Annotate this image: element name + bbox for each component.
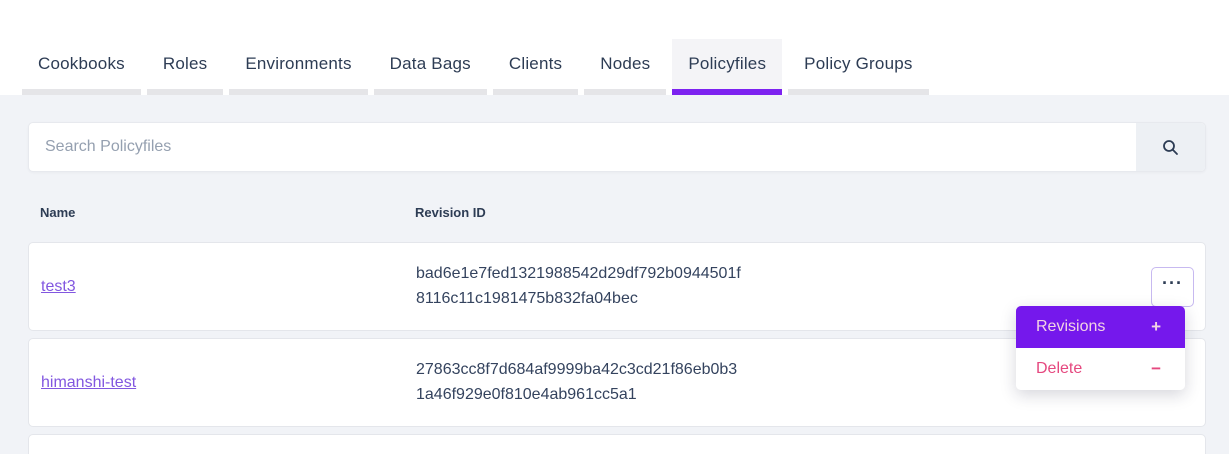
menu-item-label: Revisions	[1036, 318, 1105, 336]
tab-data-bags[interactable]: Data Bags	[374, 39, 487, 95]
table-row-partial	[28, 434, 1206, 454]
tab-policyfiles[interactable]: Policyfiles	[672, 39, 782, 95]
more-actions-button[interactable]: ···	[1151, 267, 1194, 307]
policyfile-link[interactable]: test3	[41, 278, 76, 295]
tab-label: Policyfiles	[688, 54, 766, 74]
tab-label: Clients	[509, 54, 562, 74]
tab-label: Environments	[245, 54, 351, 74]
search-button[interactable]	[1136, 123, 1205, 171]
menu-item-delete[interactable]: Delete −	[1016, 348, 1185, 390]
content-area: Name Revision ID test3 bad6e1e7fed132198…	[0, 95, 1229, 454]
menu-item-label: Delete	[1036, 360, 1082, 378]
table-header: Name Revision ID	[28, 204, 1206, 220]
tab-policy-groups[interactable]: Policy Groups	[788, 39, 928, 95]
tab-label: Roles	[163, 54, 207, 74]
menu-item-revisions[interactable]: Revisions +	[1016, 306, 1185, 348]
tab-label: Data Bags	[390, 54, 471, 74]
tab-cookbooks[interactable]: Cookbooks	[22, 39, 141, 95]
revision-cell: bad6e1e7fed1321988542d29df792b0944501f81…	[416, 262, 1131, 312]
row-context-menu: Revisions + Delete −	[1016, 306, 1185, 390]
revision-id: bad6e1e7fed1321988542d29df792b0944501f81…	[416, 262, 746, 312]
column-header-revision-id: Revision ID	[415, 205, 1206, 220]
tab-label: Nodes	[600, 54, 650, 74]
tab-roles[interactable]: Roles	[147, 39, 223, 95]
plus-icon: +	[1151, 317, 1161, 337]
column-header-name: Name	[28, 205, 415, 220]
revision-id: 27863cc8f7d684af9999ba42c3cd21f86eb0b31a…	[416, 358, 746, 408]
tab-environments[interactable]: Environments	[229, 39, 367, 95]
search-icon	[1162, 139, 1179, 156]
search-input[interactable]	[29, 123, 1136, 171]
name-cell: test3	[29, 278, 416, 296]
policyfile-link[interactable]: himanshi-test	[41, 374, 136, 391]
tab-label: Policy Groups	[804, 54, 912, 74]
tab-nodes[interactable]: Nodes	[584, 39, 666, 95]
actions-cell: ···	[1131, 267, 1205, 307]
tab-label: Cookbooks	[38, 54, 125, 74]
tab-clients[interactable]: Clients	[493, 39, 578, 95]
name-cell: himanshi-test	[29, 374, 416, 392]
tab-bar: Cookbooks Roles Environments Data Bags C…	[0, 0, 1229, 95]
search-bar	[28, 122, 1206, 172]
minus-icon: −	[1151, 359, 1161, 379]
